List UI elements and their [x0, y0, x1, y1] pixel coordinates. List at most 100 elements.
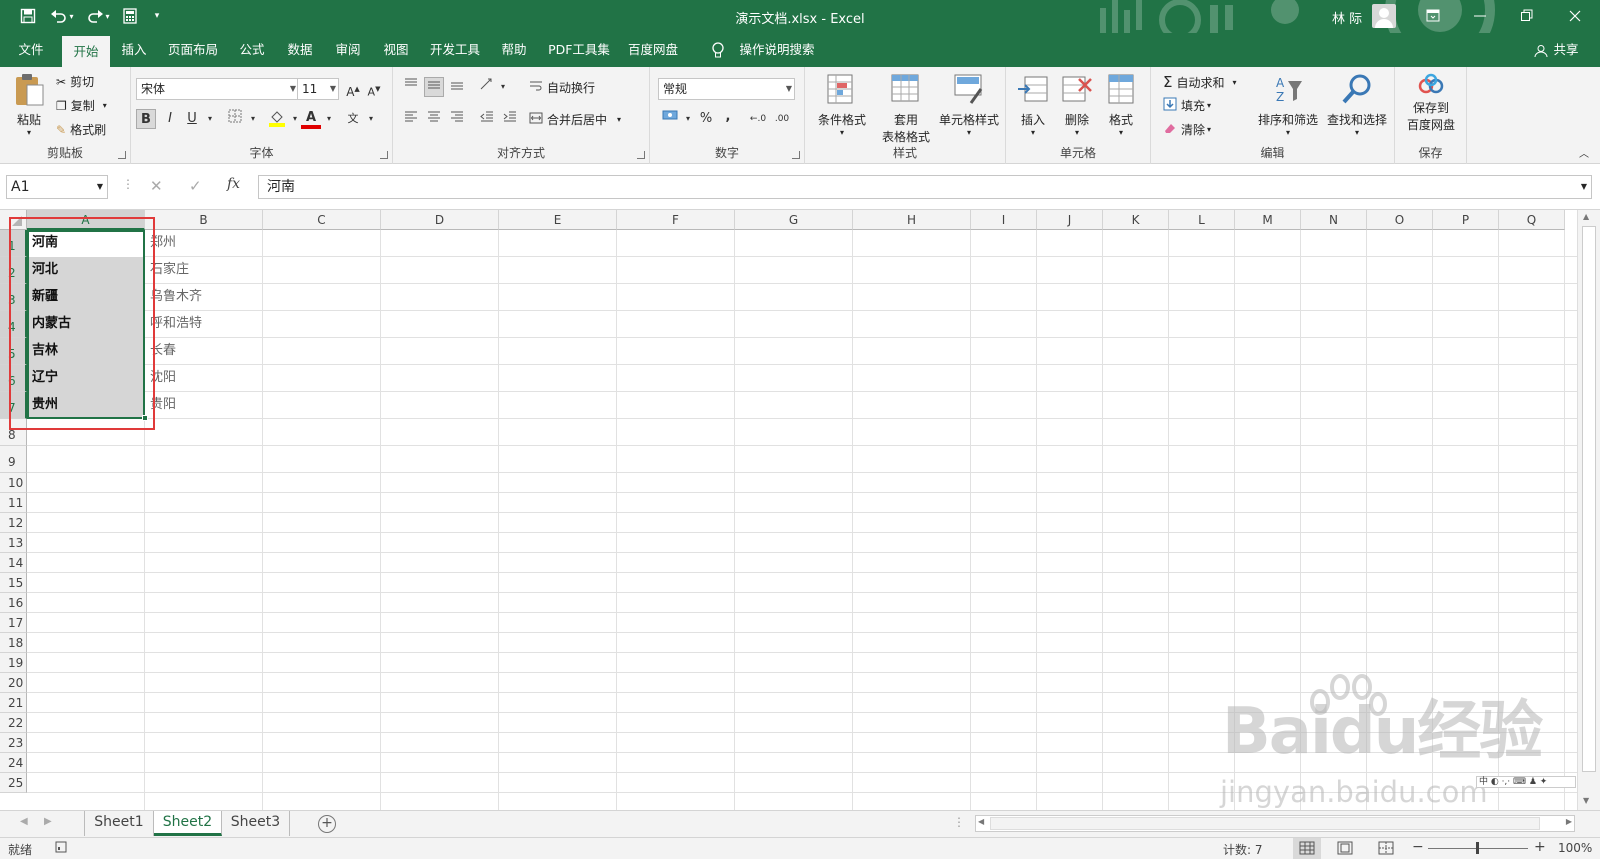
format-painter-button[interactable]: ✎ 格式刷 — [56, 121, 106, 138]
find-select-button[interactable]: 查找和选择 ▾ — [1323, 73, 1391, 137]
scroll-left-icon[interactable]: ◀ — [978, 817, 984, 826]
column-header-k[interactable]: K — [1103, 210, 1169, 230]
row-header-22[interactable]: 22 — [0, 713, 27, 733]
zoom-level[interactable]: 100% — [1558, 841, 1592, 855]
zoom-slider-thumb[interactable] — [1476, 842, 1479, 854]
delete-cells-button[interactable]: 删除 ▾ — [1056, 73, 1098, 137]
row-header-14[interactable]: 14 — [0, 553, 27, 573]
decrease-decimal-icon[interactable]: .00 — [772, 109, 792, 129]
scroll-prev-sheet-icon[interactable]: ◀ — [20, 816, 28, 827]
tab-developer[interactable]: 开发工具 — [424, 33, 486, 67]
person-icon[interactable] — [1530, 33, 1552, 67]
column-header-m[interactable]: M — [1235, 210, 1301, 230]
normal-view-icon[interactable] — [1293, 838, 1321, 859]
tab-baidu-netdisk[interactable]: 百度网盘 — [622, 33, 684, 67]
chevron-down-icon[interactable]: ▾ — [319, 109, 339, 129]
scroll-down-icon[interactable]: ▼ — [1583, 796, 1589, 805]
save-to-baidu-button[interactable]: 保存到 百度网盘 — [1399, 73, 1463, 133]
horizontal-scroll-thumb[interactable] — [990, 817, 1540, 830]
tell-me-search[interactable]: 操作说明搜索 — [734, 33, 820, 67]
sheet-tab-sheet1[interactable]: Sheet1 — [84, 811, 154, 836]
row-header-24[interactable]: 24 — [0, 753, 27, 773]
row-header-12[interactable]: 12 — [0, 513, 27, 533]
cell-styles-button[interactable]: 单元格样式 ▾ — [935, 73, 1003, 137]
column-header-q[interactable]: Q — [1499, 210, 1565, 230]
increase-font-icon[interactable]: A▲ — [343, 79, 363, 99]
border-icon[interactable] — [225, 109, 245, 129]
worksheet-grid[interactable]: ABCDEFGHIJKLMNOPQ 1 2 3 4 5 6 7 8 9 10 11 12 13 14 15 1… — [0, 210, 1600, 810]
fill-button[interactable]: 填充 ▾ — [1163, 97, 1211, 114]
decrease-indent-icon[interactable] — [477, 109, 497, 129]
copy-button[interactable]: ❐ 复制 ▾ — [56, 97, 107, 114]
align-bottom-icon[interactable] — [447, 77, 467, 97]
cell-b7[interactable]: 贵阳 — [145, 392, 263, 419]
italic-button[interactable]: I — [160, 109, 180, 129]
collapse-ribbon-icon[interactable]: ︿ — [1574, 145, 1594, 165]
formula-input[interactable]: 河南 ▼ — [258, 175, 1592, 199]
macro-record-icon[interactable] — [55, 841, 67, 856]
insert-cells-button[interactable]: 插入 ▾ — [1012, 73, 1054, 137]
tab-formulas[interactable]: 公式 — [232, 33, 272, 67]
minimize-icon[interactable] — [1465, 6, 1495, 26]
number-format-select[interactable]: 常规 ▼ — [658, 78, 795, 100]
chevron-down-icon[interactable]: ▾ — [243, 109, 263, 129]
avatar[interactable] — [1372, 4, 1396, 28]
chevron-down-icon[interactable]: ▾ — [678, 109, 698, 129]
scroll-next-sheet-icon[interactable]: ▶ — [44, 816, 52, 827]
row-header-9[interactable]: 9 — [0, 446, 27, 473]
enter-formula-icon[interactable]: ✓ — [189, 177, 202, 195]
fill-color-icon[interactable] — [267, 109, 287, 129]
formula-bar-grip-icon[interactable]: ⋮ — [122, 177, 134, 191]
tab-help[interactable]: 帮助 — [494, 33, 534, 67]
comma-button[interactable]: , — [718, 107, 738, 127]
column-header-g[interactable]: G — [735, 210, 853, 230]
column-header-p[interactable]: P — [1433, 210, 1499, 230]
underline-button[interactable]: U — [182, 109, 202, 129]
row-header-11[interactable]: 11 — [0, 493, 27, 513]
number-launcher-icon[interactable] — [792, 151, 800, 159]
cell-b5[interactable]: 长春 — [145, 338, 263, 365]
horizontal-scrollbar[interactable]: ◀ ▶ — [975, 815, 1575, 832]
name-box[interactable]: A1 ▼ — [6, 175, 108, 199]
sort-filter-button[interactable]: AZ 排序和筛选 ▾ — [1255, 73, 1321, 137]
font-size-select[interactable]: 11 ▼ — [297, 78, 339, 100]
page-break-view-icon[interactable] — [1378, 841, 1394, 858]
row-header-21[interactable]: 21 — [0, 693, 27, 713]
expand-formula-icon[interactable]: ▼ — [1581, 176, 1587, 198]
font-name-select[interactable]: 宋体 ▼ — [136, 78, 299, 100]
tab-review[interactable]: 审阅 — [328, 33, 368, 67]
autosum-button[interactable]: Σ 自动求和 ▾ — [1163, 73, 1237, 91]
row-header-17[interactable]: 17 — [0, 613, 27, 633]
conditional-formatting-button[interactable]: 条件格式 ▾ — [811, 73, 873, 137]
cell-b1[interactable]: 郑州 — [145, 230, 263, 257]
clipboard-launcher-icon[interactable] — [118, 151, 126, 159]
ime-toolbar[interactable]: 中 ◐ ·,· ⌨ ♟ ✦ — [1476, 776, 1576, 788]
align-right-icon[interactable] — [447, 109, 467, 129]
paste-button[interactable]: 粘贴 ▾ — [8, 73, 50, 137]
tab-pdf-tools[interactable]: PDF工具集 — [544, 33, 614, 67]
row-header-18[interactable]: 18 — [0, 633, 27, 653]
add-sheet-button[interactable]: + — [318, 815, 336, 833]
increase-decimal-icon[interactable]: ←.0 — [748, 109, 768, 129]
zoom-out-button[interactable]: − — [1412, 839, 1424, 855]
column-header-i[interactable]: I — [971, 210, 1037, 230]
row-header-23[interactable]: 23 — [0, 733, 27, 753]
column-header-o[interactable]: O — [1367, 210, 1433, 230]
align-center-icon[interactable] — [424, 109, 444, 129]
column-header-l[interactable]: L — [1169, 210, 1235, 230]
row-header-15[interactable]: 15 — [0, 573, 27, 593]
font-color-icon[interactable]: A — [301, 109, 321, 129]
share-button[interactable]: 共享 — [1550, 33, 1582, 67]
row-header-20[interactable]: 20 — [0, 673, 27, 693]
clear-button[interactable]: 清除 ▾ — [1163, 121, 1211, 138]
format-as-table-button[interactable]: 套用 表格格式 — [875, 73, 937, 145]
row-header-25[interactable]: 25 — [0, 773, 27, 793]
column-header-f[interactable]: F — [617, 210, 735, 230]
cell-b2[interactable]: 石家庄 — [145, 257, 263, 284]
user-name[interactable]: 林 际 — [1332, 8, 1362, 27]
chevron-down-icon[interactable]: ▾ — [200, 109, 220, 129]
page-layout-view-icon[interactable] — [1337, 841, 1353, 858]
cancel-formula-icon[interactable]: ✕ — [150, 177, 163, 195]
close-icon[interactable] — [1560, 6, 1590, 26]
row-header-19[interactable]: 19 — [0, 653, 27, 673]
